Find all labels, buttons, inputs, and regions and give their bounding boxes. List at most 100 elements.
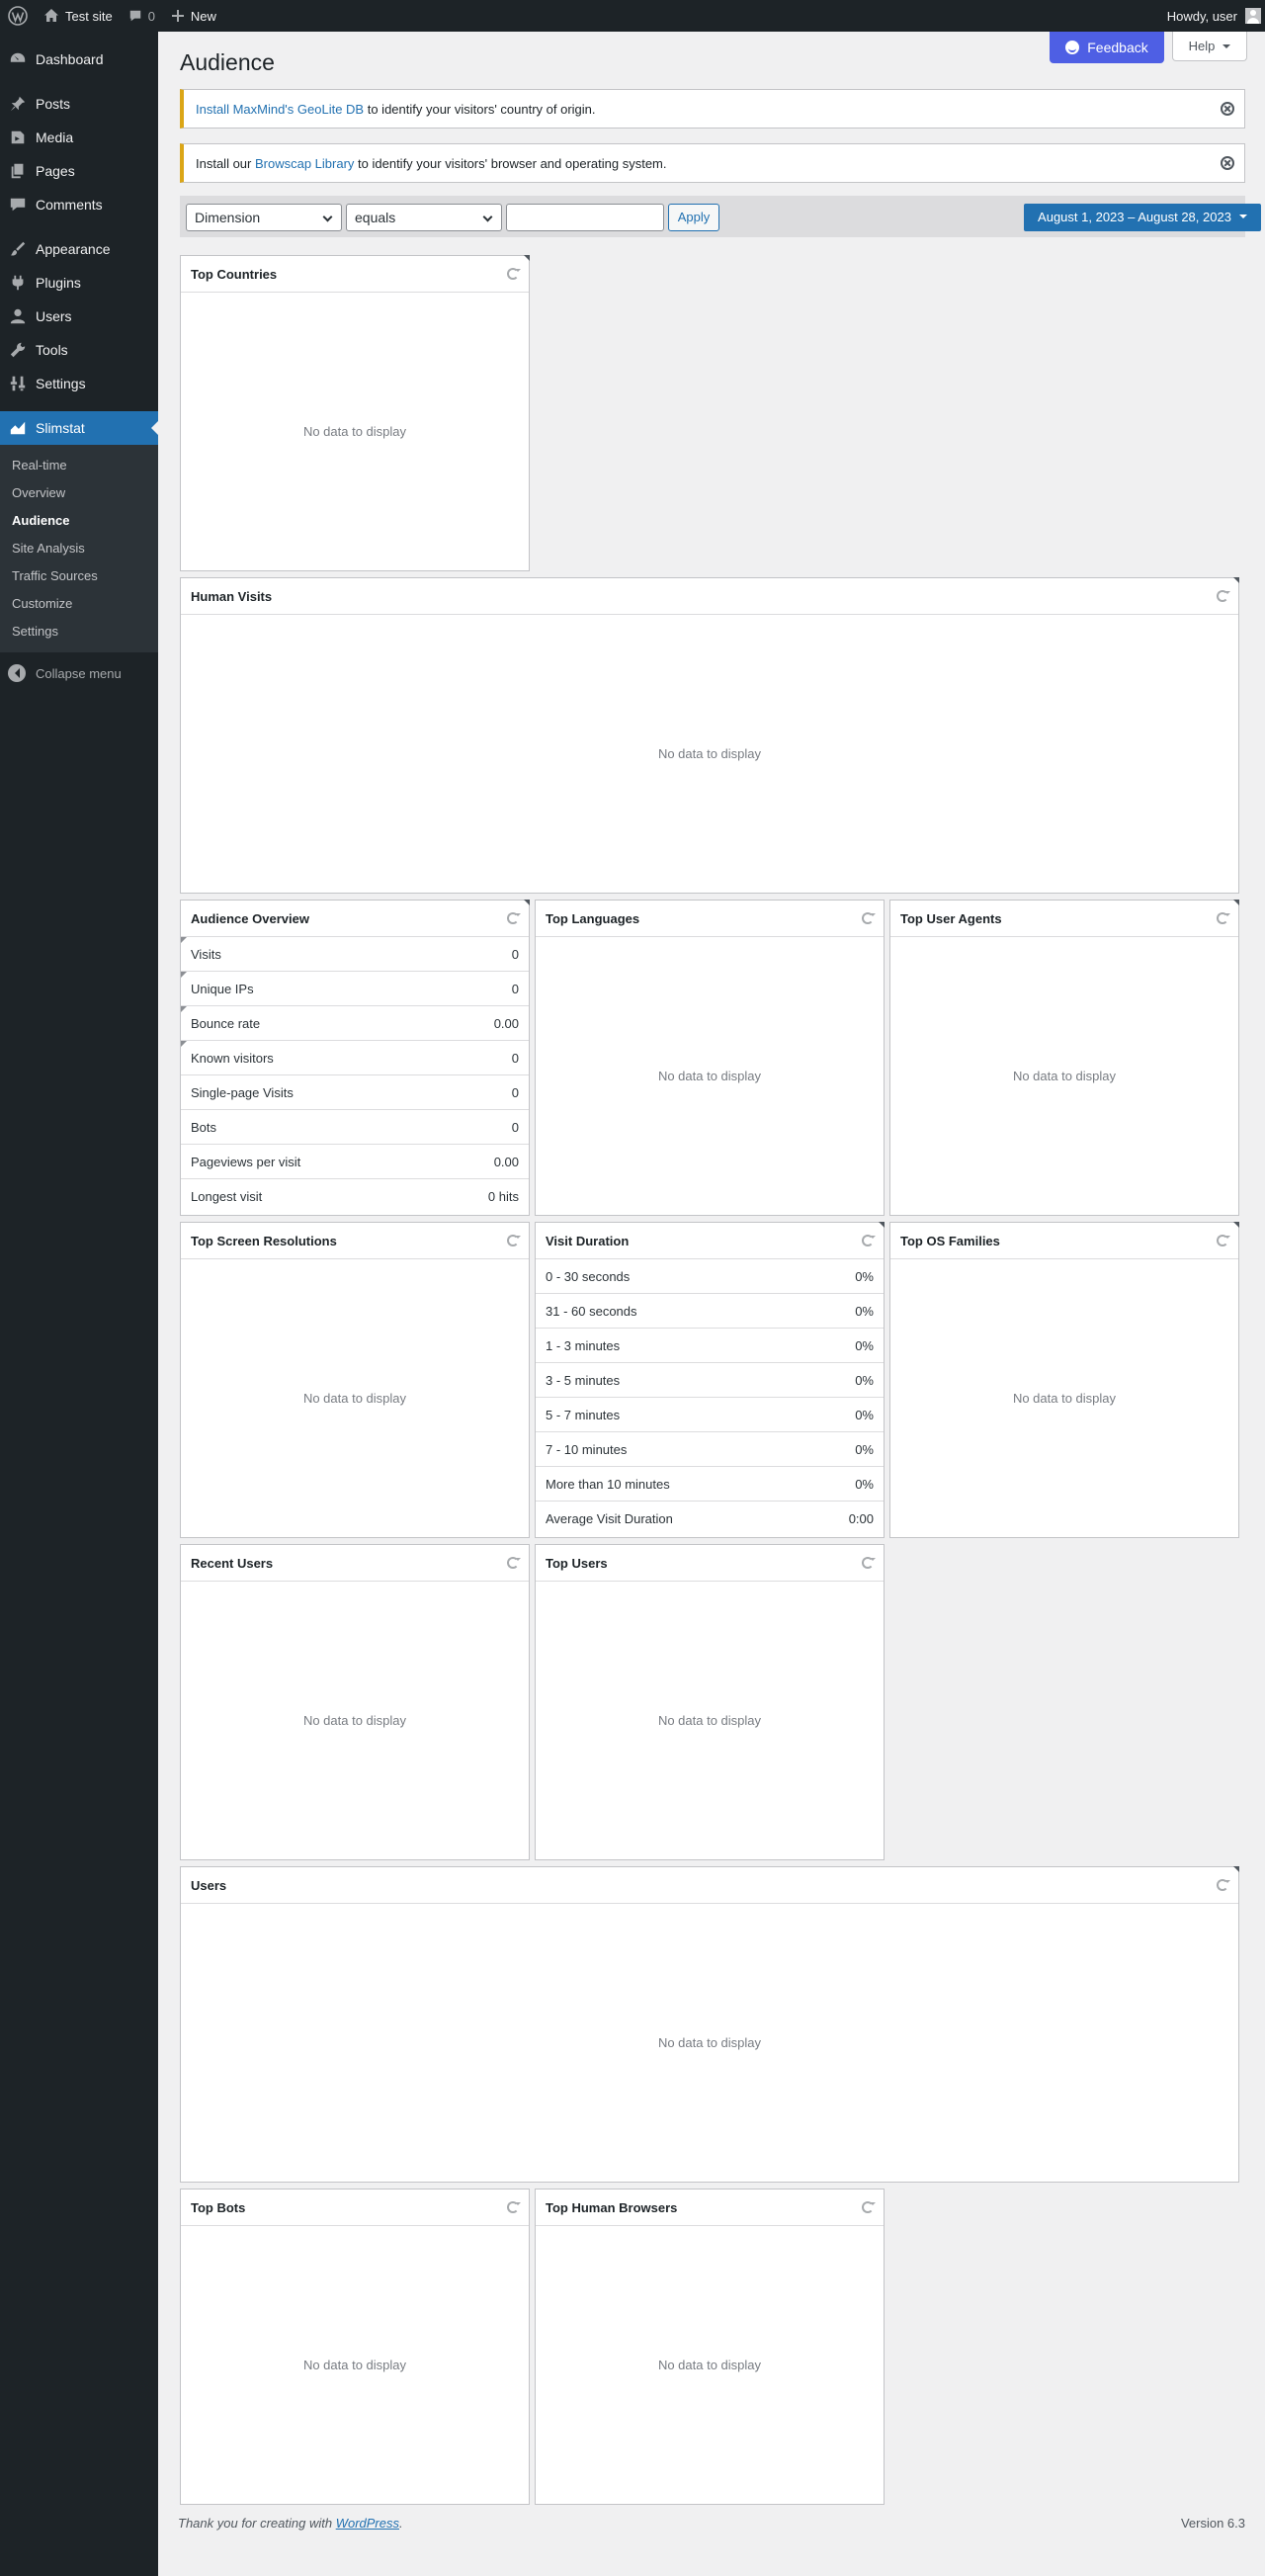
box-title: Top Screen Resolutions bbox=[191, 1233, 337, 1248]
geolite-notice: Install MaxMind's GeoLite DB to identify… bbox=[180, 89, 1245, 129]
footer-period: . bbox=[399, 2516, 403, 2531]
list-item: Longest visit 0 hits bbox=[181, 1179, 529, 1214]
menu-users[interactable]: Users bbox=[0, 300, 158, 333]
page-title: Audience bbox=[180, 49, 275, 75]
refresh-icon[interactable] bbox=[507, 2201, 521, 2213]
geolite-link[interactable]: Install MaxMind's GeoLite DB bbox=[196, 102, 364, 117]
refresh-icon[interactable] bbox=[507, 1557, 521, 1569]
menu-tools[interactable]: Tools bbox=[0, 333, 158, 367]
dimension-value: Dimension bbox=[195, 210, 261, 225]
expand-marker-icon bbox=[181, 972, 187, 978]
comments-link[interactable]: 0 bbox=[121, 0, 163, 32]
refresh-icon[interactable] bbox=[507, 268, 521, 280]
submenu-overview[interactable]: Overview bbox=[0, 479, 158, 507]
browscap-notice: Install our Browscap Library to identify… bbox=[180, 143, 1245, 183]
list-item: Visits 0 bbox=[181, 937, 529, 972]
row-label: 3 - 5 minutes bbox=[546, 1372, 621, 1388]
row-value: 0 hits bbox=[487, 1189, 519, 1204]
submenu-customize[interactable]: Customize bbox=[0, 590, 158, 618]
menu-label: Media bbox=[36, 129, 74, 145]
footer-thanks-text: Thank you for creating with bbox=[178, 2516, 336, 2531]
refresh-icon[interactable] bbox=[507, 1235, 521, 1246]
feedback-label: Feedback bbox=[1087, 40, 1148, 55]
help-label: Help bbox=[1188, 39, 1216, 53]
box-title: Top Users bbox=[546, 1555, 608, 1571]
browscap-link[interactable]: Browscap Library bbox=[255, 156, 354, 171]
slimstat-submenu: Real-time Overview Audience Site Analysi… bbox=[0, 445, 158, 652]
menu-plugins[interactable]: Plugins bbox=[0, 266, 158, 300]
operator-select[interactable]: equals bbox=[346, 204, 502, 231]
operator-value: equals bbox=[355, 210, 396, 225]
refresh-icon[interactable] bbox=[862, 1557, 876, 1569]
menu-label: Slimstat bbox=[36, 420, 85, 436]
date-range-button[interactable]: August 1, 2023 – August 28, 2023 bbox=[1024, 204, 1261, 231]
filter-value-input[interactable] bbox=[506, 204, 664, 231]
refresh-icon[interactable] bbox=[862, 912, 876, 924]
corner-marker bbox=[524, 900, 530, 905]
caret-down-icon bbox=[1238, 215, 1247, 222]
top-countries-box: Top Countries No data to display bbox=[180, 255, 530, 571]
no-data-message: No data to display bbox=[657, 746, 762, 761]
menu-comments[interactable]: Comments bbox=[0, 188, 158, 221]
menu-pages[interactable]: Pages bbox=[0, 154, 158, 188]
box-title: Users bbox=[191, 1877, 227, 1893]
help-button[interactable]: Help bbox=[1172, 32, 1247, 61]
menu-posts[interactable]: Posts bbox=[0, 87, 158, 121]
menu-dashboard[interactable]: Dashboard bbox=[0, 43, 158, 76]
plug-icon bbox=[8, 273, 28, 293]
footer-version: Version 6.3 bbox=[1180, 2516, 1245, 2531]
notice-rest: to identify your visitors' browser and o… bbox=[354, 155, 667, 171]
row-label: Pageviews per visit bbox=[191, 1154, 301, 1169]
top-os-families-box: Top OS Families No data to display bbox=[889, 1222, 1239, 1538]
top-users-box: Top Users No data to display bbox=[535, 1544, 885, 1860]
refresh-icon[interactable] bbox=[862, 2201, 876, 2213]
box-title: Visit Duration bbox=[546, 1233, 630, 1248]
row-label: Unique IPs bbox=[191, 981, 254, 996]
menu-media[interactable]: Media bbox=[0, 121, 158, 154]
collapse-menu-button[interactable]: Collapse menu bbox=[0, 656, 158, 690]
list-item: 3 - 5 minutes 0% bbox=[536, 1363, 884, 1398]
submenu-realtime[interactable]: Real-time bbox=[0, 452, 158, 479]
no-data-message: No data to display bbox=[302, 424, 407, 439]
row-value: 0 bbox=[511, 946, 519, 962]
row-label: Known visitors bbox=[191, 1050, 274, 1066]
menu-label: Plugins bbox=[36, 275, 81, 291]
menu-settings[interactable]: Settings bbox=[0, 367, 158, 400]
submenu-settings[interactable]: Settings bbox=[0, 618, 158, 645]
feedback-button[interactable]: Feedback bbox=[1050, 32, 1164, 63]
row-value: 0 bbox=[511, 1050, 519, 1066]
submenu-audience[interactable]: Audience bbox=[0, 507, 158, 535]
row-label: 0 - 30 seconds bbox=[546, 1268, 631, 1284]
refresh-icon[interactable] bbox=[507, 912, 521, 924]
row-value: 0% bbox=[855, 1337, 874, 1353]
wordpress-link[interactable]: WordPress bbox=[336, 2516, 399, 2531]
menu-label: Appearance bbox=[36, 241, 111, 257]
row-value: 0% bbox=[855, 1372, 874, 1388]
no-data-message: No data to display bbox=[302, 1713, 407, 1728]
menu-slimstat[interactable]: Slimstat bbox=[0, 411, 158, 445]
submenu-traffic-sources[interactable]: Traffic Sources bbox=[0, 562, 158, 590]
refresh-icon[interactable] bbox=[1217, 912, 1230, 924]
refresh-icon[interactable] bbox=[1217, 1235, 1230, 1246]
new-content-link[interactable]: New bbox=[163, 0, 224, 32]
list-item: Single-page Visits 0 bbox=[181, 1075, 529, 1110]
refresh-icon[interactable] bbox=[1217, 1879, 1230, 1891]
admin-menu: Dashboard Posts Media Pages Comments App… bbox=[0, 32, 158, 2576]
row-value: 0% bbox=[855, 1407, 874, 1422]
dismiss-icon[interactable] bbox=[1221, 102, 1234, 116]
account-menu[interactable]: Howdy, user bbox=[1159, 0, 1265, 32]
row-value: 0% bbox=[855, 1268, 874, 1284]
dismiss-icon[interactable] bbox=[1221, 156, 1234, 170]
expand-marker-icon bbox=[181, 1006, 187, 1012]
wordpress-logo-icon[interactable] bbox=[0, 0, 36, 32]
no-data-message: No data to display bbox=[657, 1069, 762, 1083]
recent-users-box: Recent Users No data to display bbox=[180, 1544, 530, 1860]
refresh-icon[interactable] bbox=[1217, 590, 1230, 602]
submenu-site-analysis[interactable]: Site Analysis bbox=[0, 535, 158, 562]
menu-label: Pages bbox=[36, 163, 75, 179]
refresh-icon[interactable] bbox=[862, 1235, 876, 1246]
site-name-link[interactable]: Test site bbox=[36, 0, 121, 32]
menu-appearance[interactable]: Appearance bbox=[0, 232, 158, 266]
apply-button[interactable]: Apply bbox=[668, 204, 719, 231]
dimension-select[interactable]: Dimension bbox=[186, 204, 342, 231]
